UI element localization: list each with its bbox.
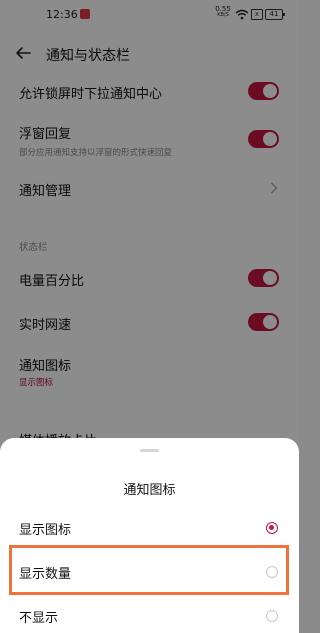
sheet-drag-handle[interactable] — [140, 449, 159, 452]
option-show-icon[interactable]: 显示图标 — [0, 506, 299, 550]
bottom-sheet-dialog: 通知图标 显示图标 显示数量 不显示 — [0, 438, 299, 633]
option-label: 显示数量 — [19, 567, 72, 582]
option-hide[interactable]: 不显示 — [0, 594, 299, 633]
option-label: 不显示 — [19, 611, 59, 626]
radio-selected-icon[interactable] — [266, 522, 278, 534]
phone-screen: 12:36 0.55 KB/S x 41 通知与状态栏 允许锁屏时下拉通知中心 … — [0, 0, 299, 633]
sheet-title: 通知图标 — [123, 483, 176, 498]
radio-unselected-icon[interactable] — [266, 610, 278, 622]
option-label: 显示图标 — [19, 523, 72, 538]
radio-unselected-icon[interactable] — [266, 566, 278, 578]
option-show-count[interactable]: 显示数量 — [0, 550, 299, 594]
